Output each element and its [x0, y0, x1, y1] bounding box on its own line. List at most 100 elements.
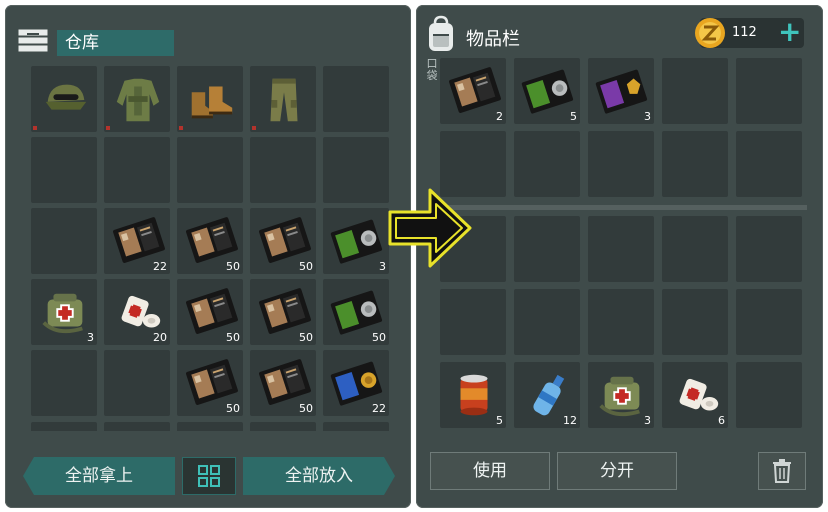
- split-button[interactable]: 分开: [557, 452, 677, 490]
- durability-marker: [106, 126, 110, 130]
- inventory-slot[interactable]: [588, 216, 654, 282]
- bandage-icon: [679, 378, 719, 411]
- inventory-slot[interactable]: [250, 66, 316, 132]
- durability-marker: [252, 126, 256, 130]
- inventory-slot[interactable]: 3: [31, 279, 97, 345]
- inventory-slot[interactable]: [177, 137, 243, 203]
- inventory-slot[interactable]: [662, 131, 728, 197]
- coin-counter: 112 +: [695, 17, 804, 48]
- inventory-slot[interactable]: [323, 137, 389, 203]
- inventory-slot[interactable]: [736, 131, 802, 197]
- id-card-green-icon: [330, 219, 383, 264]
- durability-marker: [179, 126, 183, 130]
- inventory-slot[interactable]: [323, 422, 389, 431]
- inventory-slot[interactable]: [177, 422, 243, 431]
- item-quantity: 12: [563, 414, 577, 427]
- add-coins-button[interactable]: +: [778, 17, 801, 47]
- inventory-slot[interactable]: [514, 289, 580, 355]
- item-quantity: 50: [372, 331, 386, 344]
- item-quantity: 50: [226, 260, 240, 273]
- inventory-slot[interactable]: [588, 131, 654, 197]
- inventory-slot[interactable]: [177, 66, 243, 132]
- inventory-slot[interactable]: [736, 216, 802, 282]
- item-quantity: 50: [299, 331, 313, 344]
- coin-amount: 112: [732, 25, 757, 40]
- inventory-slot[interactable]: 12: [514, 362, 580, 428]
- inventory-slot[interactable]: 50: [250, 350, 316, 416]
- inventory-slot[interactable]: [250, 137, 316, 203]
- put-all-button[interactable]: 全部放入: [243, 457, 395, 495]
- inventory-slot[interactable]: [662, 216, 728, 282]
- medkit-icon: [42, 293, 83, 334]
- inventory-slot[interactable]: [736, 289, 802, 355]
- inventory-slot[interactable]: [250, 422, 316, 431]
- inventory-title: 物品栏: [466, 29, 520, 50]
- bag-grid: 5 12 3 6: [440, 216, 803, 428]
- inventory-slot[interactable]: [31, 137, 97, 203]
- grid-sort-icon: [198, 465, 220, 487]
- inventory-slot[interactable]: [31, 208, 97, 274]
- transfer-arrow-icon: [388, 188, 472, 268]
- inventory-slot[interactable]: 2: [440, 58, 506, 124]
- inventory-slot[interactable]: 50: [177, 208, 243, 274]
- inventory-slot[interactable]: 6: [662, 362, 728, 428]
- inventory-slot[interactable]: [31, 422, 97, 431]
- warehouse-icon: [17, 28, 49, 53]
- item-quantity: 3: [379, 260, 386, 273]
- inventory-slot[interactable]: [736, 362, 802, 428]
- item-quantity: 3: [644, 110, 651, 123]
- inventory-slot[interactable]: 5: [440, 362, 506, 428]
- inventory-slot[interactable]: [31, 66, 97, 132]
- inventory-slot[interactable]: 5: [514, 58, 580, 124]
- inventory-slot[interactable]: [662, 58, 728, 124]
- item-quantity: 3: [87, 331, 94, 344]
- inventory-slot[interactable]: [31, 350, 97, 416]
- inventory-slot[interactable]: [588, 289, 654, 355]
- inventory-slot[interactable]: [514, 216, 580, 282]
- inventory-slot[interactable]: 50: [250, 208, 316, 274]
- inventory-slot[interactable]: 3: [588, 58, 654, 124]
- inventory-slot[interactable]: [323, 66, 389, 132]
- take-all-button[interactable]: 全部拿上: [23, 457, 175, 495]
- inventory-slot[interactable]: 3: [323, 208, 389, 274]
- durability-marker: [33, 126, 37, 130]
- cap-icon: [45, 84, 87, 110]
- pocket-label: 口袋: [426, 57, 438, 82]
- item-quantity: 50: [299, 402, 313, 415]
- backpack-icon: [429, 15, 453, 51]
- item-quantity: 50: [226, 331, 240, 344]
- item-quantity: 3: [644, 414, 651, 427]
- item-quantity: 50: [226, 402, 240, 415]
- inventory-slot[interactable]: [736, 58, 802, 124]
- inventory-slot[interactable]: 50: [177, 350, 243, 416]
- inventory-slot[interactable]: [104, 66, 170, 132]
- inventory-slot[interactable]: 50: [250, 279, 316, 345]
- id-card-green-icon: [521, 69, 574, 114]
- inventory-slot[interactable]: 50: [323, 279, 389, 345]
- inventory-slot[interactable]: 20: [104, 279, 170, 345]
- inventory-slot[interactable]: [104, 137, 170, 203]
- inventory-slot[interactable]: [514, 131, 580, 197]
- warehouse-title: 仓库: [57, 30, 174, 56]
- trash-button[interactable]: [758, 452, 806, 490]
- item-quantity: 5: [496, 414, 503, 427]
- canned-food-icon: [460, 374, 488, 416]
- inventory-slot[interactable]: 50: [177, 279, 243, 345]
- warehouse-grid-overflow: [31, 422, 389, 431]
- inventory-slot[interactable]: 22: [323, 350, 389, 416]
- pocket-grid: 2 5 3: [440, 58, 803, 197]
- inventory-slot[interactable]: [104, 350, 170, 416]
- id-card-purple-icon: [595, 69, 648, 114]
- inventory-slot[interactable]: [662, 289, 728, 355]
- trash-icon: [773, 459, 791, 483]
- inventory-slot[interactable]: [440, 289, 506, 355]
- warehouse-grid: 22 50 50 3 3 20 50 50 50 50 50 22: [31, 66, 389, 416]
- use-button[interactable]: 使用: [430, 452, 550, 490]
- item-quantity: 5: [570, 110, 577, 123]
- coin-icon: [695, 18, 725, 48]
- inventory-slot[interactable]: [104, 422, 170, 431]
- medkit-icon: [599, 376, 640, 417]
- inventory-slot[interactable]: 3: [588, 362, 654, 428]
- sort-button[interactable]: [182, 457, 236, 495]
- inventory-slot[interactable]: 22: [104, 208, 170, 274]
